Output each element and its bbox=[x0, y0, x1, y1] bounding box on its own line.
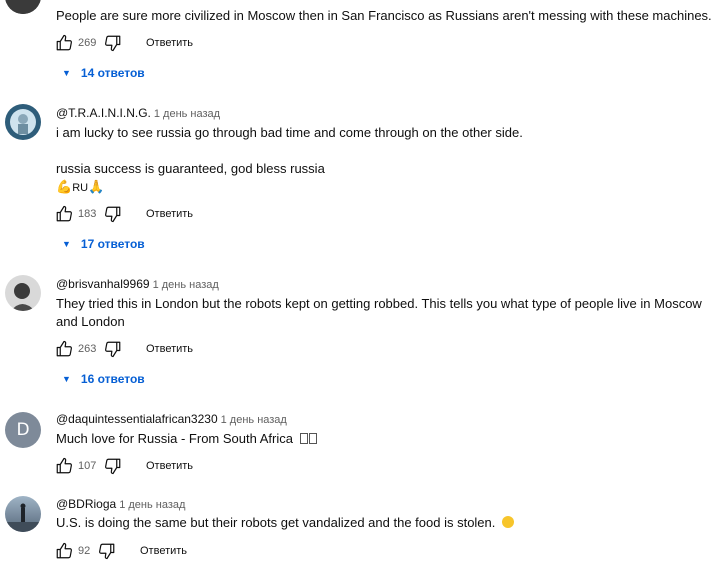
dislike-icon[interactable] bbox=[104, 205, 122, 223]
reply-button[interactable]: Ответить bbox=[146, 343, 193, 355]
comment-text: U.S. is doing the same but their robots … bbox=[56, 514, 716, 532]
like-icon[interactable] bbox=[55, 457, 73, 475]
flag-placeholder-icon bbox=[299, 433, 308, 444]
comment-text: People are sure more civilized in Moscow… bbox=[56, 8, 712, 23]
flexed-biceps-emoji: 💪 bbox=[56, 179, 73, 194]
like-count: 269 bbox=[78, 37, 97, 49]
comment-text-line-2: russia success is guaranteed, god bless … bbox=[56, 161, 325, 176]
expand-replies-icon: ▼ bbox=[62, 374, 71, 384]
author-name[interactable]: @brisvanhal9969 bbox=[56, 277, 150, 291]
comment-actions: 107 Ответить bbox=[55, 457, 193, 475]
like-icon[interactable] bbox=[55, 34, 73, 52]
avatar[interactable] bbox=[5, 104, 41, 140]
reply-button[interactable]: Ответить bbox=[146, 37, 193, 49]
like-count: 183 bbox=[78, 208, 97, 220]
avatar[interactable] bbox=[5, 275, 41, 311]
comment-header: @daquintessentialafrican3230 1 день назад bbox=[56, 412, 287, 427]
avatar[interactable] bbox=[5, 496, 41, 532]
like-count: 107 bbox=[78, 460, 97, 472]
author-name[interactable]: @daquintessentialafrican3230 bbox=[56, 412, 218, 426]
comment-emoji-line: 💪RU🙏 bbox=[56, 178, 716, 197]
comment-actions: 269 Ответить bbox=[55, 34, 193, 52]
dislike-icon[interactable] bbox=[98, 542, 116, 560]
avatar[interactable] bbox=[5, 0, 41, 14]
grinning-emoji bbox=[502, 516, 515, 528]
ru-flag-text: RU bbox=[72, 182, 89, 194]
expand-replies-icon: ▼ bbox=[62, 68, 71, 78]
dislike-icon[interactable] bbox=[104, 34, 122, 52]
reply-button[interactable]: Ответить bbox=[146, 460, 193, 472]
comment-text: They tried this in London but the robots… bbox=[56, 296, 702, 329]
author-name[interactable]: @BDRioga bbox=[56, 497, 116, 511]
comment-time[interactable]: 1 день назад bbox=[154, 108, 220, 120]
comment-actions: 183 Ответить bbox=[55, 205, 193, 223]
comment-text: Much love for Russia - From South Africa bbox=[56, 430, 716, 448]
comment-actions: 263 Ответить bbox=[55, 340, 193, 358]
reply-button[interactable]: Ответить bbox=[146, 208, 193, 220]
replies-count: 17 ответов bbox=[80, 237, 145, 251]
comment-text-body: U.S. is doing the same but their robots … bbox=[56, 515, 496, 530]
comment-time[interactable]: 1 день назад bbox=[119, 499, 185, 511]
author-name[interactable]: @T.R.A.I.N.I.N.G. bbox=[56, 106, 151, 120]
praying-hands-emoji: 🙏 bbox=[88, 179, 105, 194]
like-icon[interactable] bbox=[55, 205, 73, 223]
comment-actions: 92 Ответить bbox=[55, 542, 187, 560]
comment-header: @brisvanhal9969 1 день назад bbox=[56, 277, 219, 292]
avatar[interactable]: D bbox=[5, 412, 41, 448]
comment-time[interactable]: 1 день назад bbox=[221, 414, 287, 426]
comment-text-body: Much love for Russia - From South Africa bbox=[56, 431, 293, 446]
comment-text-line-1: i am lucky to see russia go through bad … bbox=[56, 125, 523, 140]
flag-placeholder-icon bbox=[308, 433, 317, 444]
replies-count: 16 ответов bbox=[80, 372, 145, 386]
like-count: 263 bbox=[78, 343, 97, 355]
reply-button[interactable]: Ответить bbox=[140, 545, 187, 557]
view-replies-button[interactable]: ▼ 16 ответов bbox=[62, 372, 145, 386]
expand-replies-icon: ▼ bbox=[62, 239, 71, 249]
dislike-icon[interactable] bbox=[104, 457, 122, 475]
like-count: 92 bbox=[78, 545, 91, 557]
comment-time[interactable]: 1 день назад bbox=[153, 279, 219, 291]
view-replies-button[interactable]: ▼ 17 ответов bbox=[62, 237, 145, 251]
replies-count: 14 ответов bbox=[80, 66, 145, 80]
comment-header: @BDRioga 1 день назад bbox=[56, 497, 185, 512]
view-replies-button[interactable]: ▼ 14 ответов bbox=[62, 66, 145, 80]
dislike-icon[interactable] bbox=[104, 340, 122, 358]
like-icon[interactable] bbox=[55, 542, 73, 560]
like-icon[interactable] bbox=[55, 340, 73, 358]
comment-header: @T.R.A.I.N.I.N.G. 1 день назад bbox=[56, 106, 220, 121]
